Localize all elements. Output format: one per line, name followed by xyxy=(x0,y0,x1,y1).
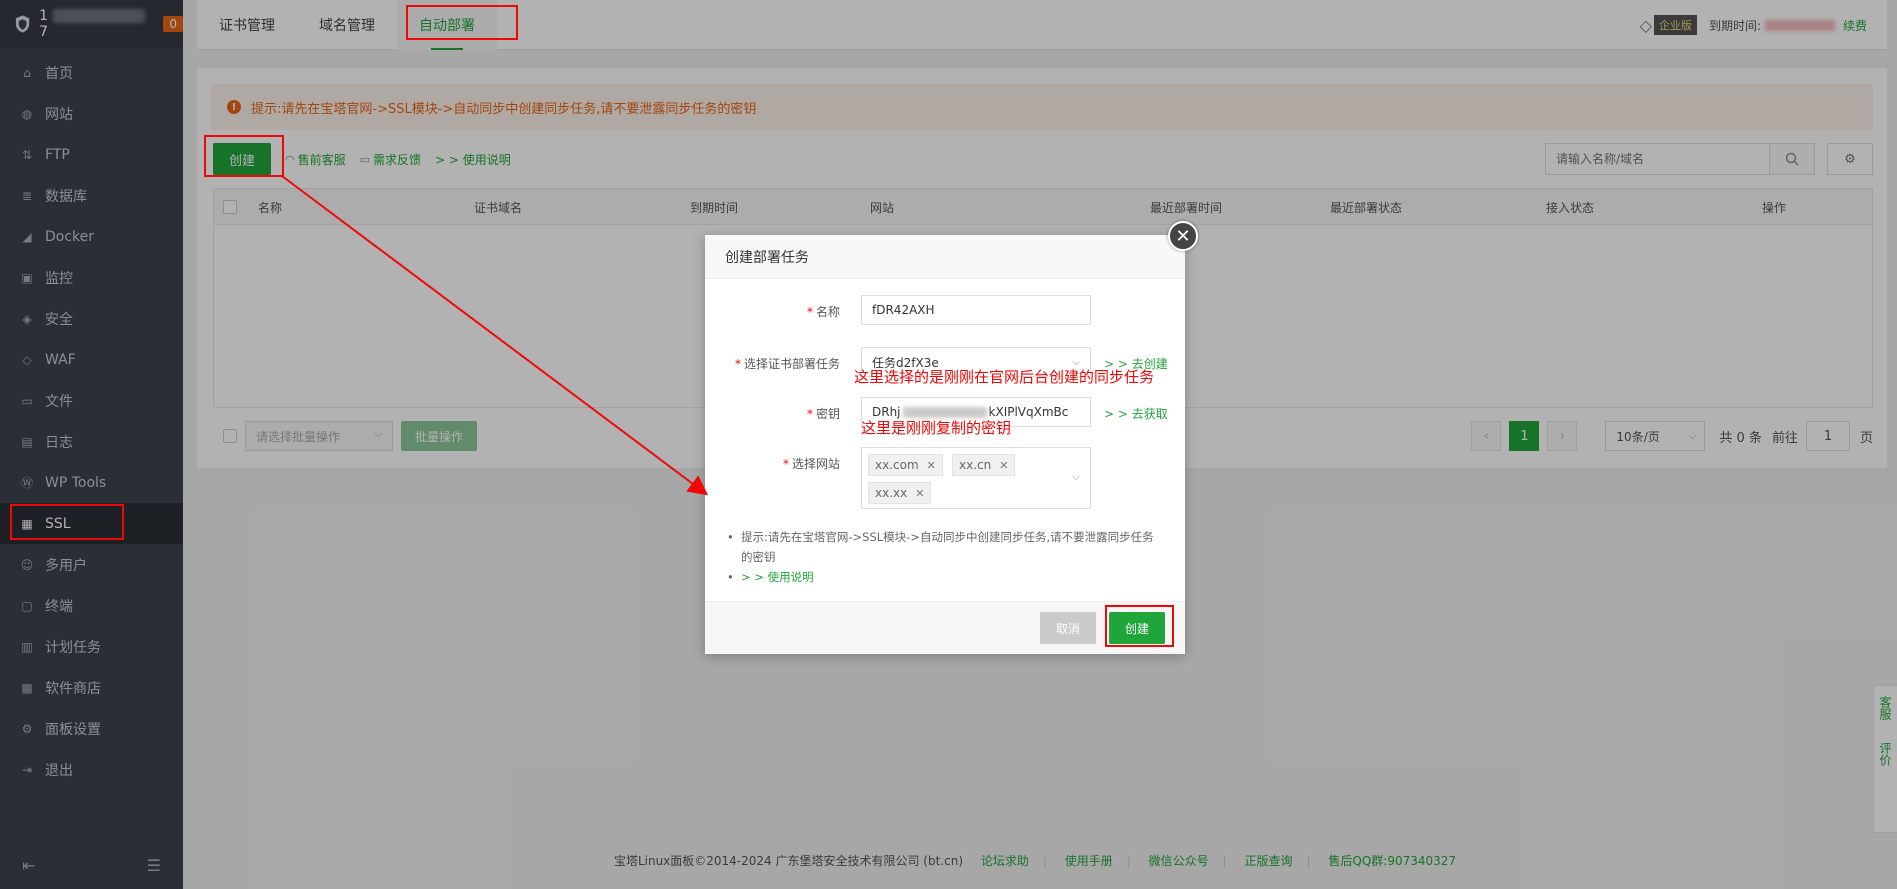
key-annotation-note: 这里是刚刚复制的密钥 xyxy=(861,419,1012,437)
close-dialog-icon[interactable]: ✕ xyxy=(1168,221,1198,251)
site-tag: xx.cn ✕ xyxy=(952,454,1016,476)
key-label: * 密钥 xyxy=(806,407,840,421)
task-label: * 选择证书部署任务 xyxy=(734,357,840,371)
close-icon[interactable]: ✕ xyxy=(999,459,1008,472)
close-icon[interactable]: ✕ xyxy=(927,459,936,472)
close-icon[interactable]: ✕ xyxy=(915,487,924,500)
name-input[interactable]: fDR42AXH xyxy=(861,295,1091,325)
dialog-usage-link[interactable]: > > 使用说明 xyxy=(727,567,1161,587)
site-label: * 选择网站 xyxy=(782,457,840,471)
create-deploy-dialog: 创建部署任务 * 名称 fDR42AXH * 选择证书部署任务 任务d2fX3e ⌵ … xyxy=(705,235,1185,654)
highlight-dialog-create xyxy=(1105,605,1174,647)
site-multiselect[interactable]: xx.com ✕ xx.cn ✕ xx.xx ✕ ⌵ xyxy=(861,447,1091,509)
highlight-create-button xyxy=(204,135,284,177)
task-annotation-note: 这里选择的是刚刚在官网后台创建的同步任务 xyxy=(854,368,1155,386)
site-tag: xx.com ✕ xyxy=(868,454,943,476)
site-tag: xx.xx ✕ xyxy=(868,482,932,504)
chevron-down-icon: ⌵ xyxy=(1072,472,1080,483)
tip-text: 提示:请先在宝塔官网->SSL模块->自动同步中创建同步任务,请不要泄露同步任务… xyxy=(727,527,1161,567)
dialog-tips: 提示:请先在宝塔官网->SSL模块->自动同步中创建同步任务,请不要泄露同步任务… xyxy=(727,527,1161,587)
dialog-title: 创建部署任务 xyxy=(705,235,1185,279)
highlight-auto-deploy-tab xyxy=(406,5,518,40)
name-label: * 名称 xyxy=(806,305,840,319)
go-get-key-link[interactable]: > > 去获取 xyxy=(1104,405,1168,422)
highlight-ssl-menu xyxy=(10,504,124,540)
cancel-button[interactable]: 取消 xyxy=(1040,612,1096,644)
